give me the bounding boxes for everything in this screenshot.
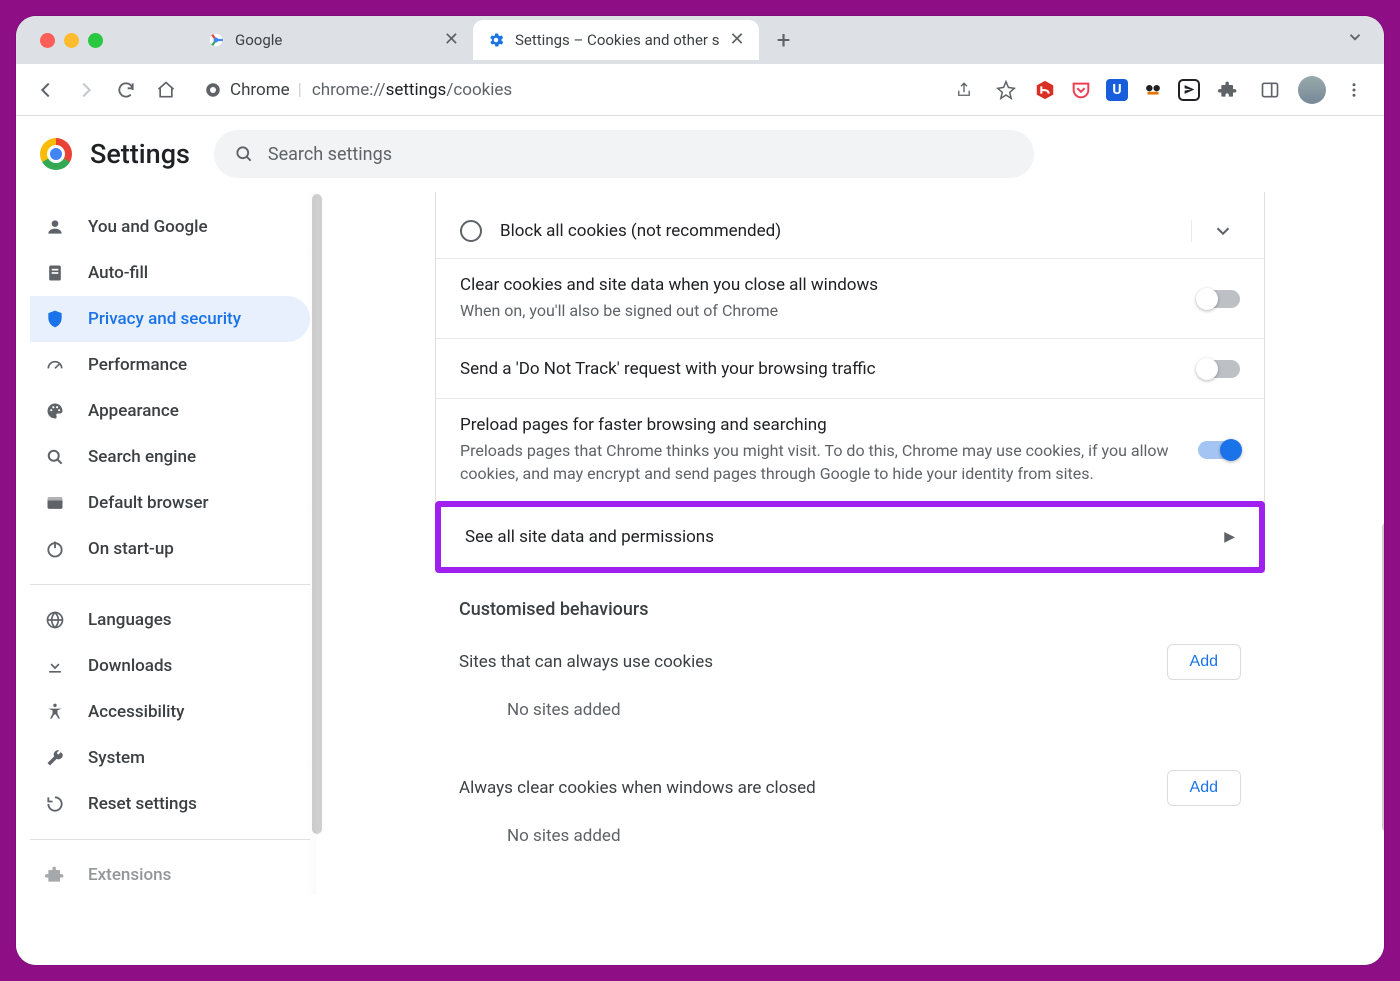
nav-privacy-security[interactable]: Privacy and security [30, 296, 310, 342]
empty-state-text: No sites added [459, 806, 1241, 872]
nav-accessibility[interactable]: Accessibility [30, 689, 310, 735]
tab-title: Google [235, 31, 434, 49]
browser-icon [44, 493, 66, 513]
nav-system[interactable]: System [30, 735, 310, 781]
nav-languages[interactable]: Languages [30, 597, 310, 643]
nav-appearance[interactable]: Appearance [30, 388, 310, 434]
main-scrollbar[interactable] [1382, 522, 1384, 832]
tab-settings[interactable]: Settings – Cookies and other s ✕ [473, 20, 759, 60]
settings-favicon-icon [487, 31, 505, 49]
toolbar-actions: U [950, 76, 1368, 104]
extension-privacy-icon[interactable] [1142, 79, 1164, 101]
nav-you-and-google[interactable]: You and Google [30, 204, 310, 250]
sidepanel-button[interactable] [1256, 76, 1284, 104]
search-icon [44, 447, 66, 467]
extension-send-icon[interactable] [1178, 79, 1200, 101]
search-placeholder: Search settings [268, 144, 392, 165]
bookmark-button[interactable] [992, 76, 1020, 104]
tab-title: Settings – Cookies and other s [515, 31, 719, 49]
block-clear-on-close-sites: Always clear cookies when windows are cl… [435, 750, 1265, 876]
page-title: Settings [90, 138, 190, 170]
reset-icon [44, 794, 66, 814]
extension-adblock-icon[interactable] [1034, 79, 1056, 101]
forward-button[interactable] [72, 76, 100, 104]
add-always-allow-button[interactable]: Add [1167, 644, 1241, 680]
tab-strip: Google ✕ Settings – Cookies and other s … [16, 16, 1384, 64]
nav-autofill[interactable]: Auto-fill [30, 250, 310, 296]
row-block-all-cookies[interactable]: Block all cookies (not recommended) [436, 192, 1264, 258]
extensions-button[interactable] [1214, 76, 1242, 104]
section-heading: Customised behaviours [435, 573, 1265, 624]
settings-sidebar: You and Google Auto-fill Privacy and sec… [16, 192, 316, 965]
nav-reset[interactable]: Reset settings [30, 781, 310, 827]
radio-unchecked-icon[interactable] [460, 220, 482, 242]
browser-toolbar: Chrome | chrome://settings/cookies U [16, 64, 1384, 116]
power-icon [44, 539, 66, 559]
accessibility-icon [44, 702, 66, 722]
close-window-button[interactable] [40, 33, 55, 48]
extension-bitwarden-icon[interactable]: U [1106, 79, 1128, 101]
tabs-dropdown-icon[interactable] [1346, 28, 1364, 46]
back-button[interactable] [32, 76, 60, 104]
nav-default-browser[interactable]: Default browser [30, 480, 310, 526]
nav-downloads[interactable]: Downloads [30, 643, 310, 689]
close-tab-icon[interactable]: ✕ [729, 31, 744, 49]
speedometer-icon [44, 355, 66, 375]
reload-button[interactable] [112, 76, 140, 104]
palette-icon [44, 401, 66, 421]
browser-window: Google ✕ Settings – Cookies and other s … [16, 16, 1384, 965]
close-tab-icon[interactable]: ✕ [444, 31, 459, 49]
search-icon [234, 144, 254, 164]
row-clear-on-close: Clear cookies and site data when you clo… [436, 258, 1264, 338]
globe-icon [44, 610, 66, 630]
person-icon [44, 217, 66, 237]
chrome-chip-label: Chrome [230, 80, 290, 100]
minimize-window-button[interactable] [64, 33, 79, 48]
toggle-clear-on-close[interactable] [1198, 290, 1240, 308]
shield-icon [44, 309, 66, 329]
extension-pocket-icon[interactable] [1070, 79, 1092, 101]
nav-extensions[interactable]: Extensions [30, 852, 310, 898]
nav-performance[interactable]: Performance [30, 342, 310, 388]
window-controls [40, 33, 193, 48]
settings-header: Settings Search settings [16, 116, 1384, 192]
expand-icon[interactable] [1206, 220, 1240, 242]
profile-avatar[interactable] [1298, 76, 1326, 104]
chrome-scheme-icon [204, 81, 222, 99]
empty-state-text: No sites added [459, 680, 1241, 746]
settings-page: Settings Search settings You and Google … [16, 116, 1384, 965]
highlighted-row: See all site data and permissions ▶ [435, 501, 1265, 573]
wrench-icon [44, 748, 66, 768]
toggle-preload[interactable] [1198, 441, 1240, 459]
url-text: chrome://settings/cookies [312, 80, 512, 100]
nav-on-startup[interactable]: On start-up [30, 526, 310, 572]
nav-search-engine[interactable]: Search engine [30, 434, 310, 480]
share-button[interactable] [950, 76, 978, 104]
home-button[interactable] [152, 76, 180, 104]
address-bar[interactable]: Chrome | chrome://settings/cookies [192, 72, 938, 108]
arrow-right-icon: ▶ [1224, 529, 1235, 545]
row-do-not-track: Send a 'Do Not Track' request with your … [436, 338, 1264, 398]
block-always-allow: Sites that can always use cookies Add No… [435, 624, 1265, 750]
toggle-dnt[interactable] [1198, 360, 1240, 378]
cookies-card: Block all cookies (not recommended) Clea… [435, 192, 1265, 573]
tab-google[interactable]: Google ✕ [193, 20, 473, 60]
autofill-icon [44, 263, 66, 283]
add-clear-on-close-button[interactable]: Add [1167, 770, 1241, 806]
search-settings-input[interactable]: Search settings [214, 130, 1034, 178]
row-see-all-site-data[interactable]: See all site data and permissions ▶ [441, 507, 1259, 567]
download-icon [44, 656, 66, 676]
maximize-window-button[interactable] [88, 33, 103, 48]
chrome-menu-button[interactable] [1340, 76, 1368, 104]
chrome-logo-icon [40, 138, 72, 170]
puzzle-icon [44, 865, 66, 885]
row-preload-pages: Preload pages for faster browsing and se… [436, 398, 1264, 501]
google-favicon-icon [207, 31, 225, 49]
new-tab-button[interactable]: + [767, 23, 801, 57]
settings-main: Block all cookies (not recommended) Clea… [316, 192, 1384, 965]
